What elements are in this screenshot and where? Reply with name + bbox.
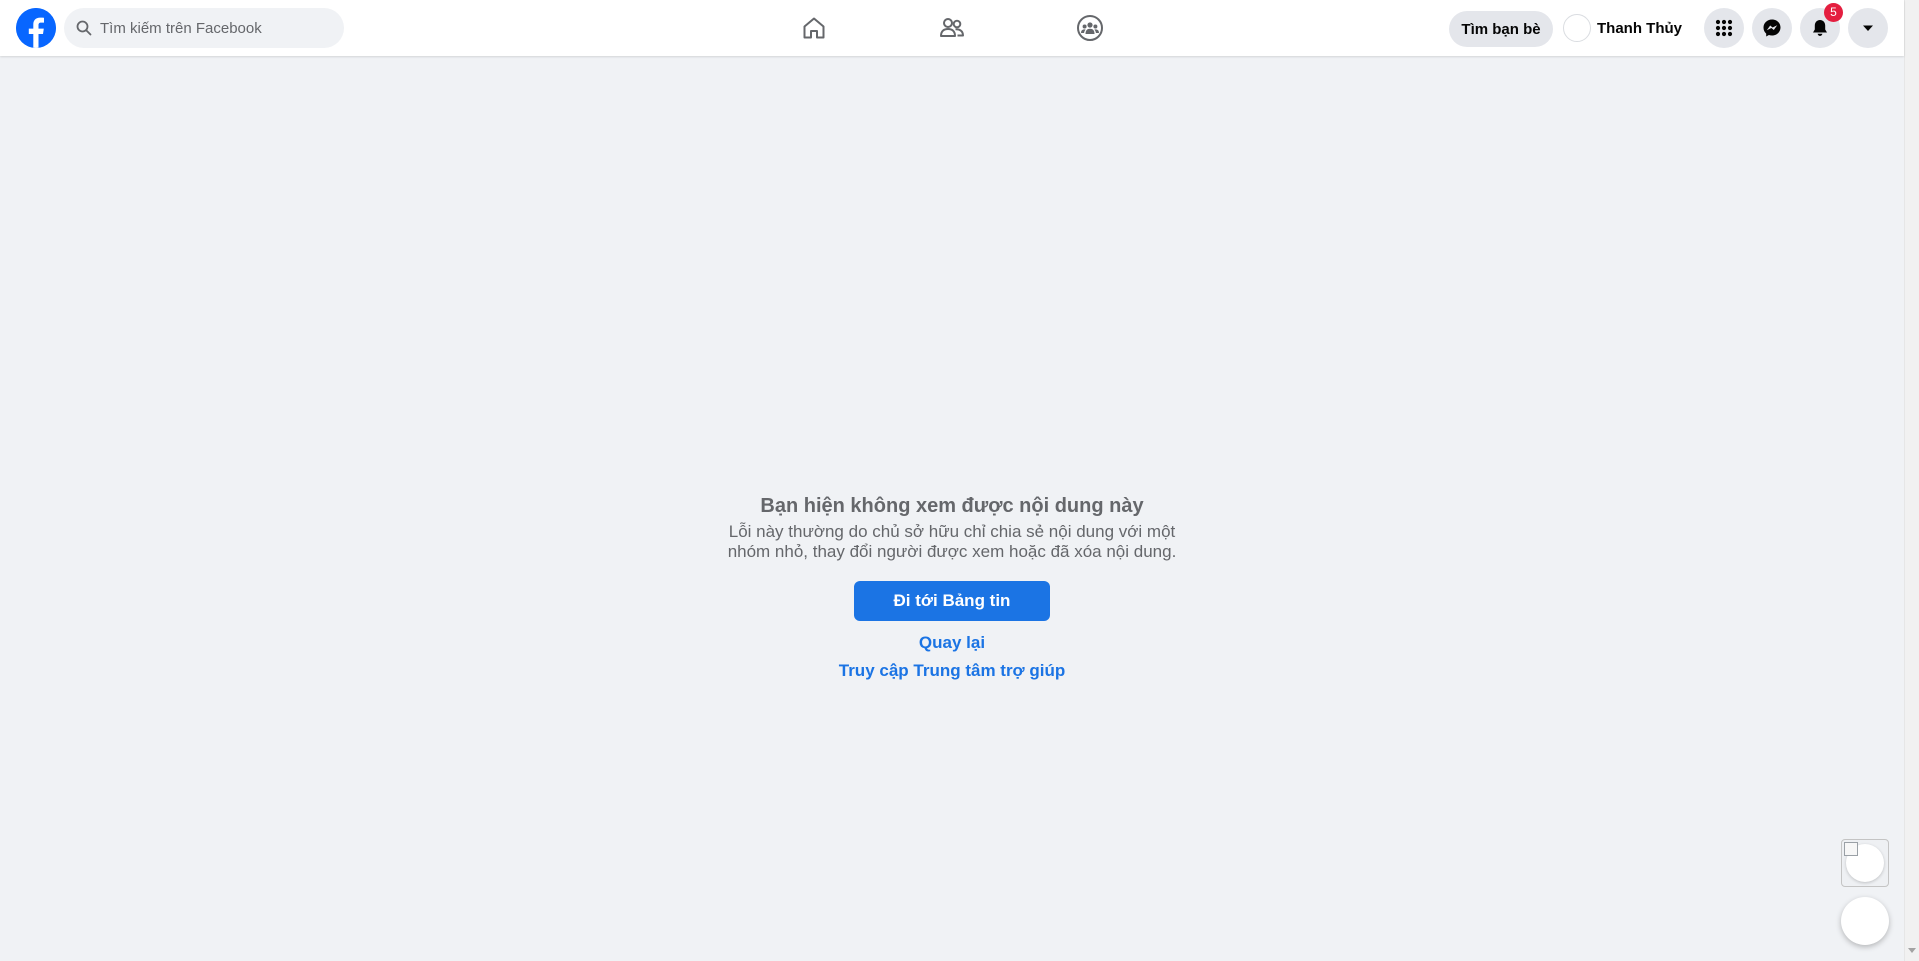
search-bar[interactable] <box>64 8 344 48</box>
messenger-button[interactable] <box>1752 8 1792 48</box>
search-icon <box>76 20 92 36</box>
profile-shortcut[interactable]: Thanh Thủy <box>1563 12 1682 44</box>
messenger-icon <box>1763 19 1781 37</box>
bell-icon <box>1813 20 1827 36</box>
avatar <box>1563 14 1591 42</box>
content-unavailable-message: Bạn hiện không xem được nội dung này Lỗi… <box>700 492 1204 562</box>
error-title: Bạn hiện không xem được nội dung này <box>760 495 1144 517</box>
nav-friends[interactable] <box>896 8 1008 48</box>
facebook-logo-icon[interactable] <box>16 8 56 48</box>
home-icon <box>803 17 825 39</box>
top-navigation-bar: Tìm bạn bè Thanh Thủy 5 <box>0 0 1904 56</box>
nav-groups[interactable] <box>1034 8 1146 48</box>
notification-badge: 5 <box>1824 3 1843 22</box>
groups-icon <box>1077 15 1103 41</box>
account-menu-button[interactable] <box>1848 8 1888 48</box>
scroll-down-arrow-icon[interactable] <box>1908 948 1916 953</box>
error-description: Lỗi này thường do chủ sở hữu chỉ chia sẻ… <box>727 522 1177 561</box>
new-message-button[interactable] <box>1841 897 1889 945</box>
nav-home[interactable] <box>758 8 870 48</box>
page-scrollbar[interactable] <box>1904 0 1919 961</box>
grid-menu-icon <box>1715 19 1733 37</box>
go-back-link[interactable]: Quay lại <box>700 633 1204 653</box>
friends-icon <box>940 18 964 37</box>
search-input[interactable] <box>100 19 320 37</box>
broken-image-icon[interactable] <box>1841 839 1889 887</box>
caret-down-icon <box>1863 25 1873 31</box>
find-friends-button[interactable]: Tìm bạn bè <box>1449 11 1553 47</box>
go-to-feed-button[interactable]: Đi tới Bảng tin <box>854 581 1050 621</box>
profile-name: Thanh Thủy <box>1597 19 1682 37</box>
menu-button[interactable] <box>1704 8 1744 48</box>
help-center-link[interactable]: Truy cập Trung tâm trợ giúp <box>700 661 1204 681</box>
